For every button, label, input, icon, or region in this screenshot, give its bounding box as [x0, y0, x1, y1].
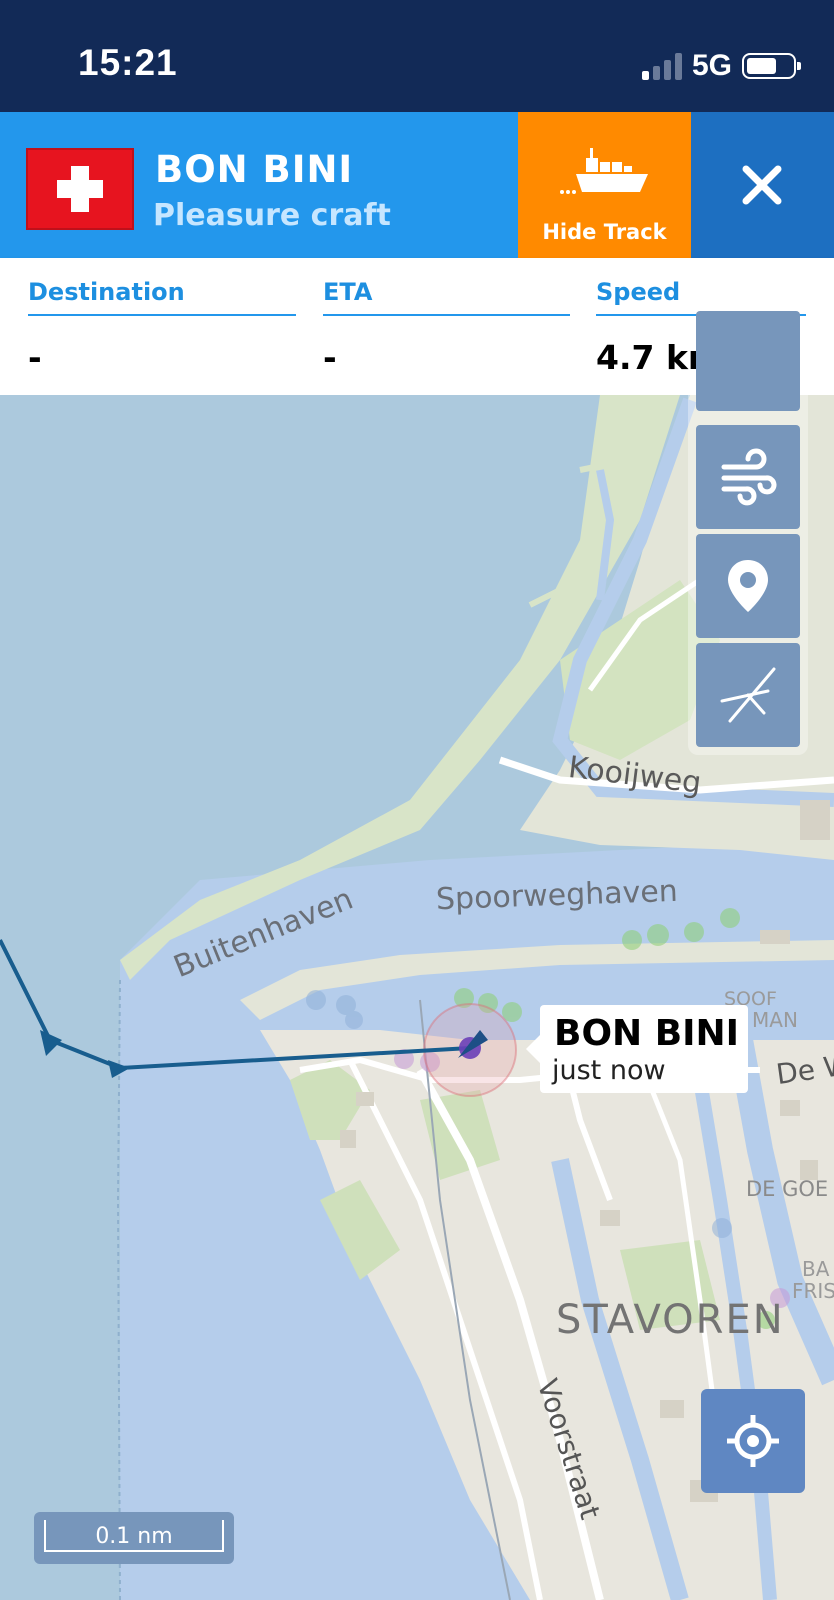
- network-label: 5G: [691, 49, 732, 82]
- map-label-stavoren: STAVOREN: [556, 1297, 785, 1343]
- status-time: 15:21: [78, 42, 178, 83]
- map-tools-panel: [688, 311, 808, 755]
- callout-vessel-name: BON BINI: [554, 1013, 740, 1054]
- hide-track-button[interactable]: Hide Track: [518, 112, 691, 258]
- map-label-fris: FRIS: [792, 1279, 834, 1303]
- destination-value: -: [28, 338, 42, 377]
- map-layers-button[interactable]: [696, 311, 800, 411]
- measure-button[interactable]: [696, 643, 800, 747]
- close-icon: [742, 165, 782, 205]
- vessel-callout[interactable]: BON BINI just now: [526, 1005, 748, 1093]
- wind-button[interactable]: [696, 425, 800, 529]
- callout-time: just now: [552, 1055, 666, 1086]
- scale-label: 0.1 nm: [95, 1524, 173, 1549]
- signal-icon: [641, 52, 682, 80]
- swiss-flag-icon: [26, 148, 134, 230]
- measure-compass-icon: [720, 667, 776, 723]
- battery-icon: [742, 53, 801, 79]
- eta-label: ETA: [323, 278, 570, 316]
- hide-track-label: Hide Track: [542, 220, 667, 244]
- status-bar: 15:21 5G: [0, 0, 834, 112]
- vessel-type: Pleasure craft: [153, 198, 391, 233]
- crosshair-icon: [727, 1415, 779, 1467]
- destination-label: Destination: [28, 278, 296, 316]
- eta-value: -: [323, 338, 337, 377]
- map-label-de-goe: DE GOE: [746, 1177, 829, 1201]
- locate-me-button[interactable]: [701, 1389, 805, 1493]
- eta-field: ETA -: [323, 278, 570, 377]
- destination-field: Destination -: [28, 278, 296, 377]
- map-scale-bar: 0.1 nm: [34, 1512, 234, 1564]
- wind-icon: [721, 448, 777, 506]
- location-pin-button[interactable]: [696, 534, 800, 638]
- close-button[interactable]: [691, 112, 834, 258]
- ship-track-icon: [560, 148, 648, 194]
- location-pin-icon: [728, 560, 768, 612]
- status-indicators: 5G: [641, 48, 801, 84]
- map-label-man: MAN: [752, 1008, 798, 1032]
- vessel-name: BON BINI: [155, 148, 354, 191]
- vessel-header: BON BINI Pleasure craft Hide Track: [0, 112, 834, 258]
- map-label-ba: BA: [802, 1257, 830, 1281]
